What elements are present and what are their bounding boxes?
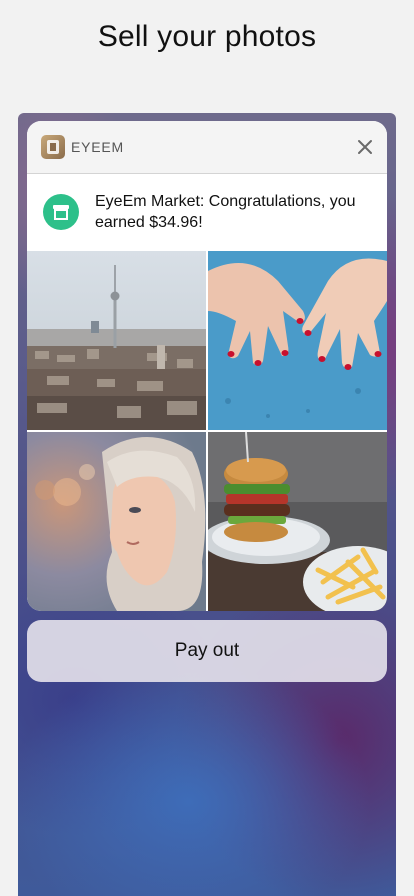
close-icon[interactable]	[357, 139, 373, 155]
photo-burger-fries	[208, 432, 387, 611]
market-store-icon	[43, 194, 79, 230]
photo-city-skyline	[27, 251, 206, 430]
page-title: Sell your photos	[97, 20, 317, 53]
photo-portrait-woman	[27, 432, 206, 611]
notification-message: EyeEm Market: Congratulations, you earne…	[95, 193, 356, 231]
pay-out-button[interactable]: Pay out	[27, 620, 387, 682]
notification-header: EYEEM	[27, 121, 387, 174]
photo-hands-nails	[208, 251, 387, 430]
notification-card[interactable]: EYEEM EyeEm Market: Congratulations, you…	[27, 121, 387, 611]
photo-grid	[27, 251, 387, 611]
eyeem-app-icon	[41, 135, 65, 159]
app-name: EYEEM	[71, 139, 125, 155]
